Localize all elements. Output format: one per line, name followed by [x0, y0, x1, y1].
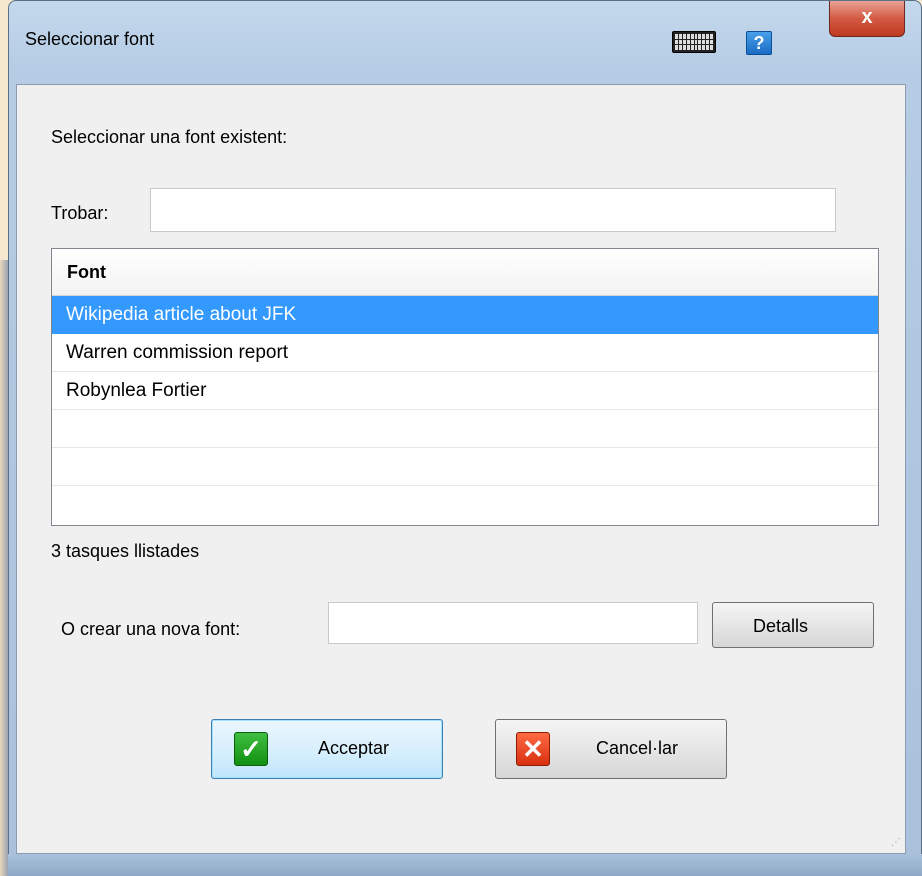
cancel-button[interactable]: ✕ Cancel·lar — [495, 719, 727, 779]
list-item — [52, 486, 878, 524]
window-title: Seleccionar font — [25, 29, 155, 49]
new-source-input[interactable] — [328, 602, 698, 644]
list-item — [52, 410, 878, 448]
keyboard-icon[interactable] — [672, 31, 716, 53]
accept-button[interactable]: ✓ Acceptar — [211, 719, 443, 779]
details-button[interactable]: Detalls — [712, 602, 874, 648]
column-header-font[interactable]: Font — [52, 249, 878, 296]
list-item-label: Wikipedia article about JFK — [66, 304, 297, 325]
instruction-label: Seleccionar una font existent: — [51, 127, 288, 147]
title-bar[interactable]: Seleccionar font ? x — [9, 1, 921, 85]
background-shadow — [0, 260, 8, 876]
accept-button-label: Acceptar — [318, 738, 390, 758]
close-button[interactable]: x — [829, 1, 905, 37]
column-header-label: Font — [67, 262, 106, 282]
list-item-label: Warren commission report — [66, 342, 289, 363]
list-item[interactable]: Robynlea Fortier — [52, 372, 878, 410]
close-icon: x — [861, 6, 873, 28]
details-button-label: Detalls — [753, 616, 809, 636]
window-bottom-frame — [8, 854, 922, 876]
font-list[interactable]: Font Wikipedia article about JFK Warren … — [51, 248, 879, 526]
search-label: Trobar: — [51, 203, 109, 223]
new-source-label: O crear una nova font: — [61, 619, 241, 639]
list-item[interactable]: Warren commission report — [52, 334, 878, 372]
checkmark-icon: ✓ — [234, 732, 268, 766]
list-item — [52, 448, 878, 486]
search-input[interactable] — [150, 188, 836, 232]
help-icon[interactable]: ? — [746, 31, 772, 55]
resize-grip-icon[interactable]: ⋰ — [889, 837, 901, 849]
list-item[interactable]: Wikipedia article about JFK — [52, 296, 878, 334]
list-item-label: Robynlea Fortier — [66, 380, 207, 401]
cancel-button-label: Cancel·lar — [596, 738, 679, 758]
x-icon: ✕ — [516, 732, 550, 766]
dialog-content: Seleccionar una font existent: Trobar: F… — [16, 84, 906, 854]
count-status: 3 tasques llistades — [51, 541, 200, 561]
